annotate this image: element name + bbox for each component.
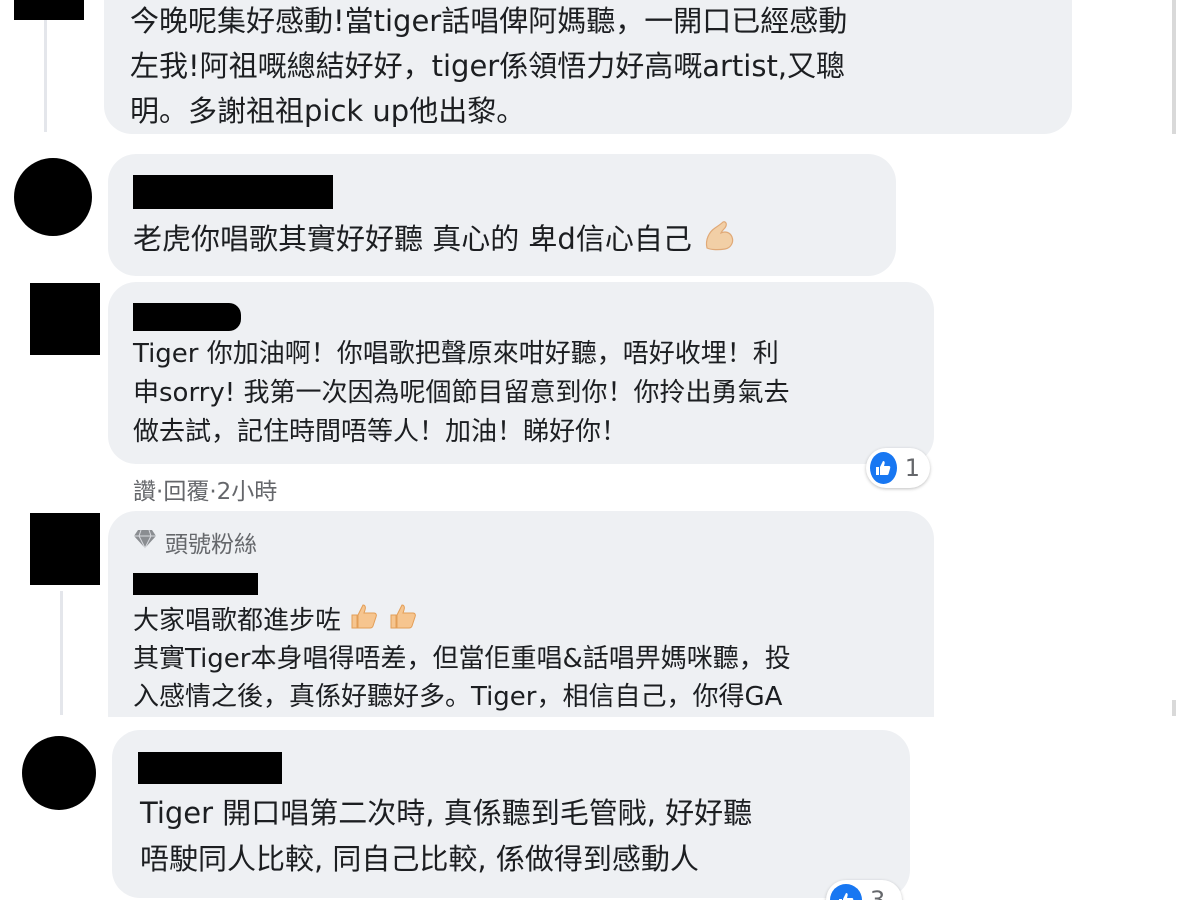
thumbs-up-icon — [388, 601, 418, 642]
redacted-avatar[interactable] — [30, 513, 100, 585]
panel-edge — [1172, 0, 1176, 134]
redacted-author-name[interactable] — [138, 752, 282, 784]
comment-text-line: 左我!阿祖嘅總結好好，tiger係領悟力好高嘅artist,又聰 — [130, 49, 846, 83]
comment-text: 大家唱歌都進步咗 — [133, 606, 342, 636]
avatar[interactable] — [22, 736, 96, 810]
flexed-biceps-icon — [701, 218, 737, 264]
comment-text-line: 做去試，記住時間唔等人！加油！睇好你！ — [133, 417, 628, 447]
top-fan-badge[interactable]: 頭號粉絲 — [133, 525, 257, 559]
top-fan-label: 頭號粉絲 — [165, 532, 257, 558]
panel-edge — [1172, 700, 1176, 716]
reply-link[interactable]: 回覆 — [163, 472, 209, 505]
like-link[interactable]: 讚 — [133, 472, 156, 505]
redacted-avatar[interactable] — [30, 283, 100, 355]
comment-text-line: 大家唱歌都進步咗 — [133, 601, 418, 642]
like-icon — [830, 884, 862, 900]
avatar[interactable] — [14, 158, 92, 236]
reaction-summary[interactable]: 1 — [866, 448, 930, 488]
diamond-icon — [133, 529, 157, 555]
comment-4: 頭號粉絲 大家唱歌都進步咗 其實Tiger本身唱得唔差，但當佢重唱&話唱畀媽咪聽… — [0, 505, 1200, 717]
redacted-avatar — [14, 0, 84, 20]
thread-line — [60, 591, 63, 715]
redacted-author-name[interactable] — [133, 573, 258, 595]
comment-2: 老虎你唱歌其實好好聽 真心的 卑d信心自己 — [0, 150, 1200, 280]
comment-text-line: Tiger 開口唱第二次時, 真係聽到毛管戙, 好好聽 — [140, 796, 753, 830]
comment-text-line: 明。多謝祖祖pick up他出黎。 — [130, 94, 526, 128]
redacted-author-name[interactable] — [133, 175, 333, 209]
comment-text: 老虎你唱歌其實好好聽 真心的 卑d信心自己 — [133, 222, 692, 256]
comment-text-line: 其實Tiger本身唱得唔差，但當佢重唱&話唱畀媽咪聽，投 — [133, 644, 791, 674]
comment-3: Tiger 你加油啊！你唱歌把聲原來咁好聽，唔好收埋！利 申sorry! 我第一… — [0, 280, 1200, 505]
comment-text-line: 申sorry! 我第一次因為呢個節目留意到你！你拎出勇氣去 — [133, 378, 790, 408]
comment-text-line: 今晚呢集好感動!當tiger話唱俾阿媽聽，一開口已經感動 — [130, 4, 848, 38]
thread-line — [44, 20, 47, 132]
comment-1: 今晚呢集好感動!當tiger話唱俾阿媽聽，一開口已經感動 左我!阿祖嘅總結好好，… — [0, 0, 1200, 138]
comment-text-line: 唔駛同人比較, 同自己比較, 係做得到感動人 — [140, 842, 699, 876]
reaction-count: 3 — [870, 886, 886, 900]
separator: · — [209, 479, 217, 505]
reaction-count: 1 — [904, 454, 920, 482]
reaction-summary[interactable]: 3 — [826, 880, 902, 900]
timestamp[interactable]: 2小時 — [217, 472, 278, 505]
comment-text-line: 老虎你唱歌其實好好聽 真心的 卑d信心自己 — [133, 218, 737, 264]
redacted-author-name[interactable] — [133, 303, 241, 331]
comment-text-line: 入感情之後，真係好聽好多。Tiger，相信自己，你得GA — [133, 682, 783, 712]
comment-text-line: Tiger 你加油啊！你唱歌把聲原來咁好聽，唔好收埋！利 — [133, 339, 779, 369]
comment-5: Tiger 開口唱第二次時, 真係聽到毛管戙, 好好聽 唔駛同人比較, 同自己比… — [0, 722, 1200, 900]
separator: · — [156, 479, 164, 505]
thumbs-up-icon — [349, 601, 379, 642]
comment-actions: 讚 · 回覆 · 2小時 — [133, 472, 277, 505]
like-icon — [870, 452, 897, 484]
